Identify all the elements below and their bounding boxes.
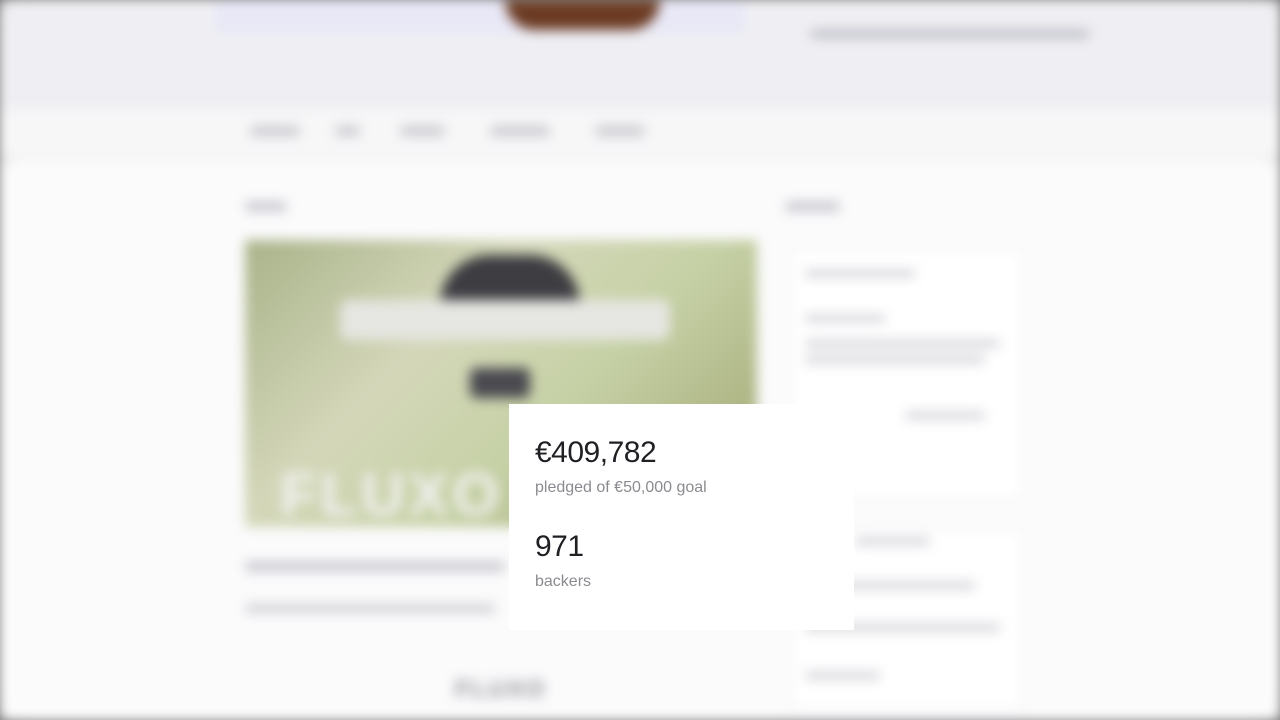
campaign-tabs <box>0 110 1280 159</box>
reward-line <box>805 315 885 322</box>
header-banner <box>215 0 745 34</box>
campaign-subtitle <box>245 562 505 571</box>
reward-line <box>805 356 985 363</box>
browser-frame: FLUXO FLUXO €409,782 pledged of €50,000 … <box>0 0 1280 720</box>
reward-line <box>905 412 985 419</box>
reward-line <box>805 270 915 277</box>
tab-placeholder <box>335 126 360 136</box>
hero-product-name: FLUXO <box>280 461 504 528</box>
tab-placeholder <box>400 126 445 136</box>
header-image <box>505 0 660 30</box>
pledged-goal-label: pledged of €50,000 goal <box>535 479 707 496</box>
sidebar-heading <box>785 202 840 211</box>
backers-count: 971 <box>535 530 584 563</box>
tab-placeholder <box>490 126 550 136</box>
reward-line <box>805 672 880 679</box>
funding-stats-card: €409,782 pledged of €50,000 goal 971 bac… <box>509 404 854 630</box>
hero-play-button <box>470 368 530 398</box>
tab-placeholder <box>595 126 645 136</box>
backers-label: backers <box>535 573 592 590</box>
section-heading <box>245 202 287 211</box>
reward-line <box>855 538 930 545</box>
pledged-amount: €409,782 <box>535 436 657 469</box>
reward-line <box>805 340 1000 347</box>
campaign-meta <box>245 604 495 613</box>
header-text-line <box>810 30 1090 38</box>
story-heading: FLUXO <box>455 676 547 703</box>
hero-lamp-disc <box>340 300 670 340</box>
tab-placeholder <box>250 126 300 136</box>
